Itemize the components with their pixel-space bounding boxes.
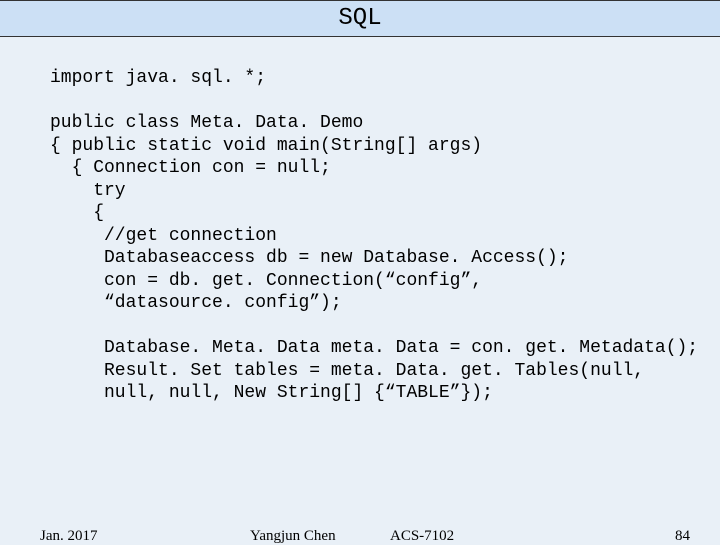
slide-title: SQL — [0, 0, 720, 37]
footer-page: 84 — [675, 528, 690, 545]
footer-author: Yangjun Chen — [250, 528, 336, 545]
footer-date: Jan. 2017 — [40, 528, 98, 545]
code-content: import java. sql. *; public class Meta. … — [0, 37, 720, 405]
footer-course: ACS-7102 — [390, 528, 454, 545]
